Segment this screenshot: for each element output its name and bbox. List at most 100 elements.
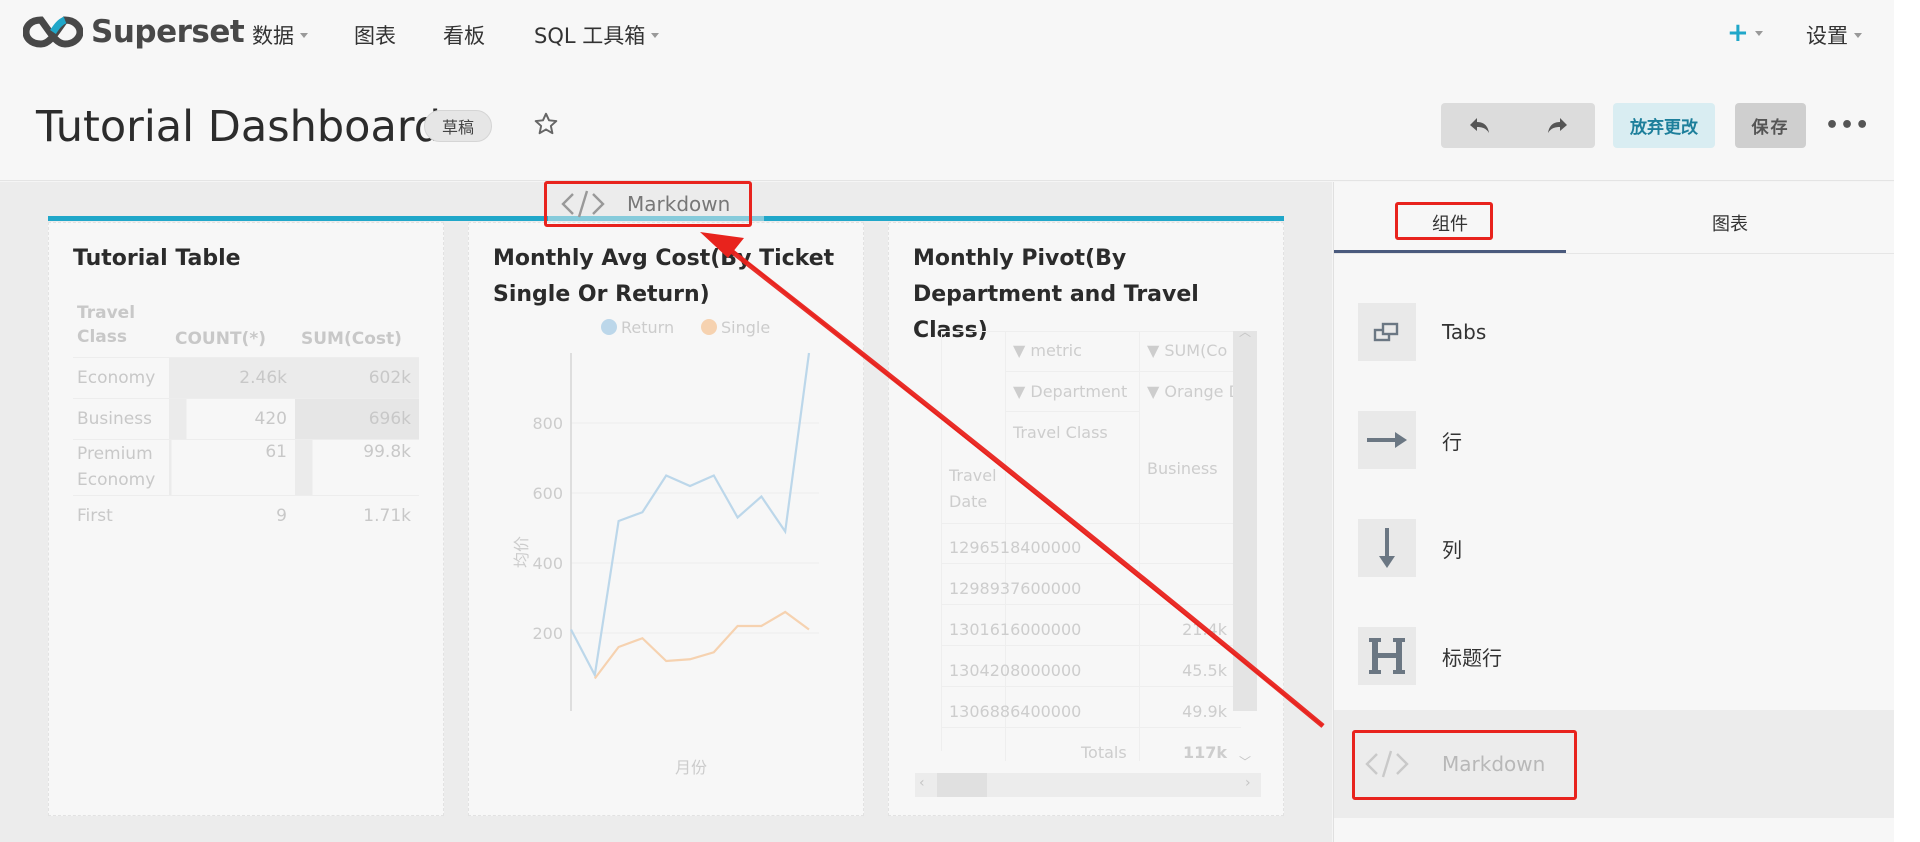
pivot-header-orange[interactable]: ▼ Orange D — [1147, 382, 1241, 401]
y-tick-label: 200 — [532, 624, 563, 643]
legend-label: Single — [721, 318, 770, 337]
component-label: 标题行 — [1442, 645, 1502, 670]
page-title[interactable]: Tutorial Dashboard — [36, 102, 441, 152]
legend-marker — [601, 319, 617, 335]
pivot-row-label: 1304208000000 — [949, 661, 1082, 680]
scroll-up-icon[interactable]: ︿ — [1239, 323, 1251, 340]
pivot-header-metric[interactable]: ▼ metric — [1013, 341, 1082, 360]
chevron-down-icon — [651, 32, 660, 38]
dashboard-canvas: Tutorial Table Travel Class COUNT(*) SUM… — [0, 182, 1332, 842]
chart-card-line[interactable]: Monthly Avg Cost(By Ticket Single Or Ret… — [468, 222, 864, 816]
data-table: Travel Class COUNT(*) SUM(Cost) Economy … — [73, 293, 419, 536]
chevron-down-icon — [1754, 30, 1763, 36]
table-row: Premium Economy 61 99.8k — [73, 439, 419, 495]
nav-dashboards-label: 看板 — [443, 24, 485, 48]
table-cell: Economy — [77, 367, 156, 388]
plus-icon: + — [1727, 18, 1749, 48]
window-scrollbar[interactable] — [1894, 0, 1920, 842]
pivot-header-department[interactable]: ▼ Department — [1013, 382, 1127, 401]
table-cell: 61 — [169, 439, 295, 495]
table-cell: 1.71k — [363, 505, 411, 526]
undo-redo-group — [1441, 103, 1595, 148]
table-cell: 99.8k — [295, 439, 419, 495]
column-header[interactable]: Travel Class — [73, 293, 169, 357]
redo-icon — [1547, 117, 1567, 133]
superset-logo[interactable]: Superset — [23, 14, 245, 50]
pivot-cell: 21.4k — [1182, 620, 1227, 639]
nav-dashboards[interactable]: 看板 — [443, 20, 485, 50]
y-tick-label: 800 — [532, 414, 563, 433]
heading-icon — [1358, 627, 1416, 685]
table-row: First 9 1.71k — [73, 495, 419, 536]
chevron-down-icon — [300, 32, 308, 38]
y-axis-label: 均价 — [512, 536, 531, 568]
x-axis-label: 月份 — [675, 758, 707, 777]
component-label: Tabs — [1442, 320, 1487, 344]
pivot-row-label: 1298937600000 — [949, 579, 1082, 598]
pivot-cell: 49.9k — [1182, 702, 1227, 721]
component-column[interactable]: 列 — [1334, 494, 1895, 602]
component-row[interactable]: 行 — [1334, 386, 1895, 494]
brand-name: Superset — [91, 14, 245, 50]
legend-marker — [701, 319, 717, 335]
component-tabs[interactable]: Tabs — [1334, 278, 1895, 386]
table-cell: 9 — [276, 505, 287, 526]
new-menu-button[interactable]: + — [1727, 18, 1763, 48]
scroll-left-icon[interactable]: ‹ — [919, 775, 925, 791]
highlight-box-components-tab — [1395, 202, 1493, 240]
pivot-row-label: 1306886400000 — [949, 702, 1082, 721]
arrow-down-icon — [1358, 519, 1416, 577]
more-options-button[interactable]: ••• — [1825, 113, 1870, 138]
pivot-row-label: 1296518400000 — [949, 538, 1082, 557]
chart-title: Monthly Avg Cost(By Ticket Single Or Ret… — [493, 246, 835, 307]
pivot-cell: 45.5k — [1182, 661, 1227, 680]
table-cell: 696k — [295, 398, 419, 439]
undo-button[interactable] — [1441, 103, 1518, 148]
table-row: Economy 2.46k 602k — [73, 357, 419, 398]
pivot-header-sum[interactable]: ▼ SUM(Co — [1147, 341, 1227, 360]
redo-button[interactable] — [1518, 103, 1595, 148]
save-button[interactable]: 保存 — [1735, 103, 1806, 148]
scroll-down-icon[interactable]: ﹀ — [1239, 753, 1251, 770]
tab-divider — [1334, 253, 1895, 254]
nav-sql-menu[interactable]: SQL 工具箱 — [534, 20, 660, 50]
chart-card-pivot[interactable]: Monthly Pivot(By Department and Travel C… — [888, 222, 1284, 816]
component-header[interactable]: 标题行 — [1334, 602, 1895, 710]
table-cell: 2.46k — [169, 357, 295, 398]
nav-sql-label: SQL 工具箱 — [534, 24, 646, 48]
chart-card-table[interactable]: Tutorial Table Travel Class COUNT(*) SUM… — [48, 222, 444, 816]
settings-menu[interactable]: 设置 — [1806, 20, 1862, 50]
column-header[interactable]: COUNT(*) — [169, 293, 295, 357]
series-line-return — [570, 352, 811, 679]
line-chart: 200 400 600 800 均价月份 Return Single — [512, 318, 819, 777]
table-cell: First — [77, 505, 113, 526]
pivot-header-travel-date: Travel Date — [949, 466, 997, 511]
pivot-header-travel-class: Travel Class — [1013, 423, 1108, 442]
pivot-horizontal-scrollbar[interactable]: ‹ › — [915, 773, 1261, 797]
table-cell: 602k — [295, 357, 419, 398]
scroll-right-icon[interactable]: › — [1245, 775, 1251, 791]
top-nav: Superset 数据 图表 看板 SQL 工具箱 + 设置 — [0, 0, 1894, 68]
tab-charts[interactable]: 图表 — [1712, 210, 1748, 236]
discard-changes-button[interactable]: 放弃更改 — [1613, 103, 1715, 148]
status-badge: 草稿 — [424, 110, 492, 142]
pivot-header-business: Business — [1147, 459, 1218, 478]
nav-charts-label: 图表 — [354, 24, 396, 48]
y-tick-label: 600 — [532, 484, 563, 503]
highlight-box-markdown — [1352, 730, 1577, 800]
settings-label: 设置 — [1806, 24, 1848, 48]
pivot-table: ▼ metric ▼ SUM(Co ▼ Department ▼ Orange … — [941, 331, 1257, 787]
nav-data-label: 数据 — [252, 24, 294, 48]
nav-charts[interactable]: 图表 — [354, 20, 396, 50]
arrow-right-icon — [1358, 411, 1416, 469]
component-label: 行 — [1442, 429, 1462, 454]
column-header[interactable]: SUM(Cost) — [295, 293, 419, 357]
nav-data-menu[interactable]: 数据 — [252, 20, 308, 50]
table-row: Business 420 696k — [73, 398, 419, 439]
pivot-vertical-scrollbar[interactable] — [1233, 331, 1257, 711]
star-icon[interactable] — [533, 111, 559, 141]
table-cell: 420 — [169, 398, 295, 439]
table-cell: Premium Economy — [77, 444, 156, 490]
superset-logo-icon — [23, 16, 83, 48]
component-label: 列 — [1442, 537, 1462, 562]
